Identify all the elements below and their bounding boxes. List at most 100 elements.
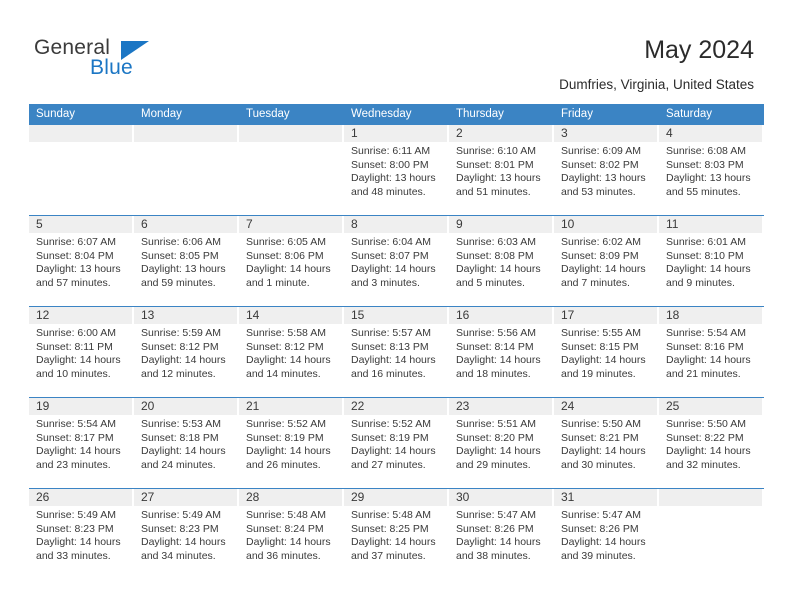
day-number: 29 (351, 490, 365, 504)
calendar-day-cell[interactable]: 11 Sunrise: 6:01 AM Sunset: 8:10 PM Dayligh… (659, 216, 764, 306)
sunrise-time: Sunrise: 5:55 AM (561, 327, 641, 339)
day-number-strip: 23 (449, 398, 552, 415)
day-number: 31 (561, 490, 575, 504)
day-details: Sunrise: 5:53 AM Sunset: 8:18 PM Daylight:… (134, 415, 239, 472)
calendar-day-cell[interactable]: 3 Sunrise: 6:09 AM Sunset: 8:02 PM Daylight… (554, 125, 659, 215)
sunset-time: Sunset: 8:26 PM (456, 522, 534, 535)
daylight-duration-line2: and 39 minutes. (561, 549, 636, 562)
day-number-strip: 15 (344, 307, 447, 324)
sunset-time: Sunset: 8:23 PM (141, 522, 219, 535)
calendar-day-cell-empty[interactable] (134, 125, 239, 215)
day-details: Sunrise: 6:00 AM Sunset: 8:11 PM Daylight:… (29, 324, 134, 381)
calendar-day-cell[interactable]: 16 Sunrise: 5:56 AM Sunset: 8:14 PM Dayligh… (449, 307, 554, 397)
calendar-day-cell[interactable]: 23 Sunrise: 5:51 AM Sunset: 8:20 PM Dayligh… (449, 398, 554, 488)
calendar-day-cell[interactable]: 29 Sunrise: 5:48 AM Sunset: 8:25 PM Dayligh… (344, 489, 449, 579)
day-details: Sunrise: 6:02 AM Sunset: 8:09 PM Daylight:… (554, 233, 659, 290)
day-number-strip: 19 (29, 398, 132, 415)
daylight-duration-line2: and 36 minutes. (246, 549, 321, 562)
daylight-duration-line1: Daylight: 14 hours (561, 263, 646, 276)
day-number: 30 (456, 490, 470, 504)
daylight-duration-line1: Daylight: 13 hours (666, 172, 751, 185)
sunrise-time: Sunrise: 5:57 AM (351, 327, 431, 339)
day-number-strip: 20 (134, 398, 237, 415)
calendar-day-cell[interactable]: 6 Sunrise: 6:06 AM Sunset: 8:05 PM Daylight… (134, 216, 239, 306)
calendar-day-cell[interactable]: 19 Sunrise: 5:54 AM Sunset: 8:17 PM Dayligh… (29, 398, 134, 488)
day-number-strip: 14 (239, 307, 342, 324)
calendar-day-cell-empty[interactable] (29, 125, 134, 215)
weekday-header-friday: Friday (561, 108, 593, 120)
calendar-day-cell-empty[interactable] (239, 125, 344, 215)
day-number: 27 (141, 490, 155, 504)
daylight-duration-line1: Daylight: 14 hours (36, 445, 121, 458)
sunset-time: Sunset: 8:18 PM (141, 431, 219, 444)
calendar-day-cell[interactable]: 2 Sunrise: 6:10 AM Sunset: 8:01 PM Daylight… (449, 125, 554, 215)
daylight-duration-line2: and 1 minute. (246, 276, 310, 289)
day-number: 5 (36, 217, 43, 231)
day-details: Sunrise: 5:47 AM Sunset: 8:26 PM Daylight:… (449, 506, 554, 563)
day-number-strip (29, 125, 132, 142)
calendar-day-cell[interactable]: 24 Sunrise: 5:50 AM Sunset: 8:21 PM Dayligh… (554, 398, 659, 488)
day-number: 17 (561, 308, 575, 322)
day-number-strip: 3 (554, 125, 657, 142)
calendar-day-cell[interactable]: 25 Sunrise: 5:50 AM Sunset: 8:22 PM Dayligh… (659, 398, 764, 488)
calendar-day-cell[interactable]: 7 Sunrise: 6:05 AM Sunset: 8:06 PM Daylight… (239, 216, 344, 306)
daylight-duration-line1: Daylight: 13 hours (36, 263, 121, 276)
calendar-day-cell[interactable]: 30 Sunrise: 5:47 AM Sunset: 8:26 PM Dayligh… (449, 489, 554, 579)
calendar-day-cell[interactable]: 21 Sunrise: 5:52 AM Sunset: 8:19 PM Dayligh… (239, 398, 344, 488)
sunrise-time: Sunrise: 6:11 AM (351, 145, 431, 157)
sunrise-time: Sunrise: 6:06 AM (141, 236, 221, 248)
day-details: Sunrise: 5:56 AM Sunset: 8:14 PM Daylight:… (449, 324, 554, 381)
calendar-day-cell[interactable]: 18 Sunrise: 5:54 AM Sunset: 8:16 PM Dayligh… (659, 307, 764, 397)
day-number: 19 (36, 399, 50, 413)
calendar-day-cell-empty[interactable] (659, 489, 764, 579)
calendar-day-cell[interactable]: 27 Sunrise: 5:49 AM Sunset: 8:23 PM Dayligh… (134, 489, 239, 579)
day-number-strip: 6 (134, 216, 237, 233)
calendar-day-cell[interactable]: 5 Sunrise: 6:07 AM Sunset: 8:04 PM Daylight… (29, 216, 134, 306)
daylight-duration-line2: and 29 minutes. (456, 458, 531, 471)
daylight-duration-line2: and 16 minutes. (351, 367, 426, 380)
calendar-day-cell[interactable]: 9 Sunrise: 6:03 AM Sunset: 8:08 PM Daylight… (449, 216, 554, 306)
sunrise-time: Sunrise: 5:49 AM (141, 509, 221, 521)
daylight-duration-line1: Daylight: 14 hours (351, 263, 436, 276)
calendar-week-row: 19 Sunrise: 5:54 AM Sunset: 8:17 PM Dayligh… (29, 397, 764, 488)
calendar-day-cell[interactable]: 20 Sunrise: 5:53 AM Sunset: 8:18 PM Dayligh… (134, 398, 239, 488)
day-details: Sunrise: 6:03 AM Sunset: 8:08 PM Daylight:… (449, 233, 554, 290)
sunset-time: Sunset: 8:17 PM (36, 431, 114, 444)
sunset-time: Sunset: 8:04 PM (36, 249, 114, 262)
calendar-day-cell[interactable]: 15 Sunrise: 5:57 AM Sunset: 8:13 PM Dayligh… (344, 307, 449, 397)
calendar-page: General Blue May 2024 Dumfries, Virginia… (0, 0, 792, 612)
calendar-week-row: 1 Sunrise: 6:11 AM Sunset: 8:00 PM Daylight… (29, 125, 764, 215)
calendar-day-cell[interactable]: 10 Sunrise: 6:02 AM Sunset: 8:09 PM Dayligh… (554, 216, 659, 306)
daylight-duration-line1: Daylight: 14 hours (246, 536, 331, 549)
weekday-header-thursday: Thursday (456, 108, 504, 120)
calendar-day-cell[interactable]: 1 Sunrise: 6:11 AM Sunset: 8:00 PM Daylight… (344, 125, 449, 215)
day-number: 7 (246, 217, 253, 231)
calendar-day-cell[interactable]: 8 Sunrise: 6:04 AM Sunset: 8:07 PM Daylight… (344, 216, 449, 306)
sunrise-time: Sunrise: 6:08 AM (666, 145, 746, 157)
daylight-duration-line2: and 10 minutes. (36, 367, 111, 380)
daylight-duration-line2: and 32 minutes. (666, 458, 741, 471)
calendar-day-cell[interactable]: 26 Sunrise: 5:49 AM Sunset: 8:23 PM Dayligh… (29, 489, 134, 579)
calendar-day-cell[interactable]: 4 Sunrise: 6:08 AM Sunset: 8:03 PM Daylight… (659, 125, 764, 215)
sunset-time: Sunset: 8:20 PM (456, 431, 534, 444)
calendar-day-cell[interactable]: 22 Sunrise: 5:52 AM Sunset: 8:19 PM Dayligh… (344, 398, 449, 488)
day-number: 28 (246, 490, 260, 504)
sunrise-time: Sunrise: 5:59 AM (141, 327, 221, 339)
calendar-day-cell[interactable]: 28 Sunrise: 5:48 AM Sunset: 8:24 PM Dayligh… (239, 489, 344, 579)
calendar-day-cell[interactable]: 13 Sunrise: 5:59 AM Sunset: 8:12 PM Dayligh… (134, 307, 239, 397)
daylight-duration-line1: Daylight: 14 hours (141, 536, 226, 549)
day-number: 4 (666, 126, 673, 140)
day-number-strip: 9 (449, 216, 552, 233)
calendar-day-cell[interactable]: 31 Sunrise: 5:47 AM Sunset: 8:26 PM Dayligh… (554, 489, 659, 579)
day-details: Sunrise: 5:54 AM Sunset: 8:16 PM Daylight:… (659, 324, 764, 381)
calendar-day-cell[interactable]: 17 Sunrise: 5:55 AM Sunset: 8:15 PM Dayligh… (554, 307, 659, 397)
sunset-time: Sunset: 8:21 PM (561, 431, 639, 444)
sunset-time: Sunset: 8:24 PM (246, 522, 324, 535)
calendar-day-cell[interactable]: 14 Sunrise: 5:58 AM Sunset: 8:12 PM Dayligh… (239, 307, 344, 397)
day-details: Sunrise: 5:47 AM Sunset: 8:26 PM Daylight:… (554, 506, 659, 563)
day-number-strip: 31 (554, 489, 657, 506)
sunrise-time: Sunrise: 5:48 AM (246, 509, 326, 521)
calendar-day-cell[interactable]: 12 Sunrise: 6:00 AM Sunset: 8:11 PM Dayligh… (29, 307, 134, 397)
sunrise-time: Sunrise: 6:01 AM (666, 236, 746, 248)
day-number: 24 (561, 399, 575, 413)
